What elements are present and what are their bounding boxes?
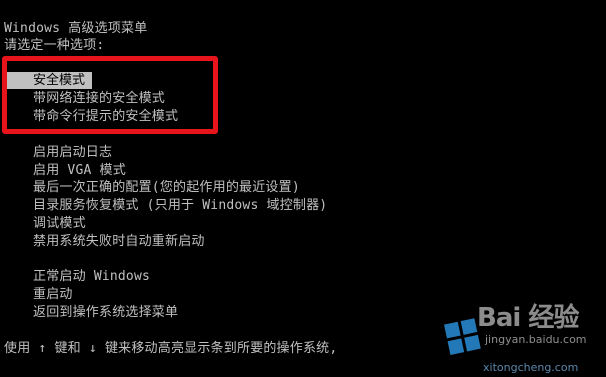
menu-item-disable-auto-restart[interactable]: 禁用系统失败时自动重新启动 — [33, 233, 205, 250]
menu-item-vga-mode[interactable]: 启用 VGA 模式 — [33, 162, 126, 179]
menu-item-debug-mode[interactable]: 调试模式 — [33, 215, 86, 232]
menu-item-return-os-menu[interactable]: 返回到操作系统选择菜单 — [33, 304, 178, 321]
watermark-site: xitongcheng.com — [483, 361, 579, 374]
boot-menu-screen: Windows 高级选项菜单 请选定一种选项: 安全模式 带网络连接的安全模式 … — [0, 0, 606, 377]
menu-item-boot-logging[interactable]: 启用启动日志 — [33, 144, 112, 161]
footer-hint: 使用 ↑ 键和 ↓ 键来移动高亮显示条到所要的操作系统, — [4, 341, 338, 356]
watermark-brand: Bai 经验 — [477, 303, 579, 333]
watermark-url: jingyan.baidu.com — [485, 333, 587, 346]
menu-item-reboot[interactable]: 重启动 — [33, 286, 73, 303]
watermark: Bai 经验 jingyan.baidu.com xitongcheng.com — [441, 287, 606, 377]
menu-item-directory-restore[interactable]: 目录服务恢复模式 (只用于 Windows 域控制器) — [33, 197, 327, 214]
menu-prompt: 请选定一种选项: — [4, 38, 105, 53]
menu-title: Windows 高级选项菜单 — [4, 21, 148, 36]
menu-item-normal-start[interactable]: 正常启动 Windows — [33, 268, 150, 285]
annotation-highlight-box — [2, 56, 218, 134]
menu-item-last-known-good[interactable]: 最后一次正确的配置(您的起作用的最近设置) — [33, 179, 300, 196]
